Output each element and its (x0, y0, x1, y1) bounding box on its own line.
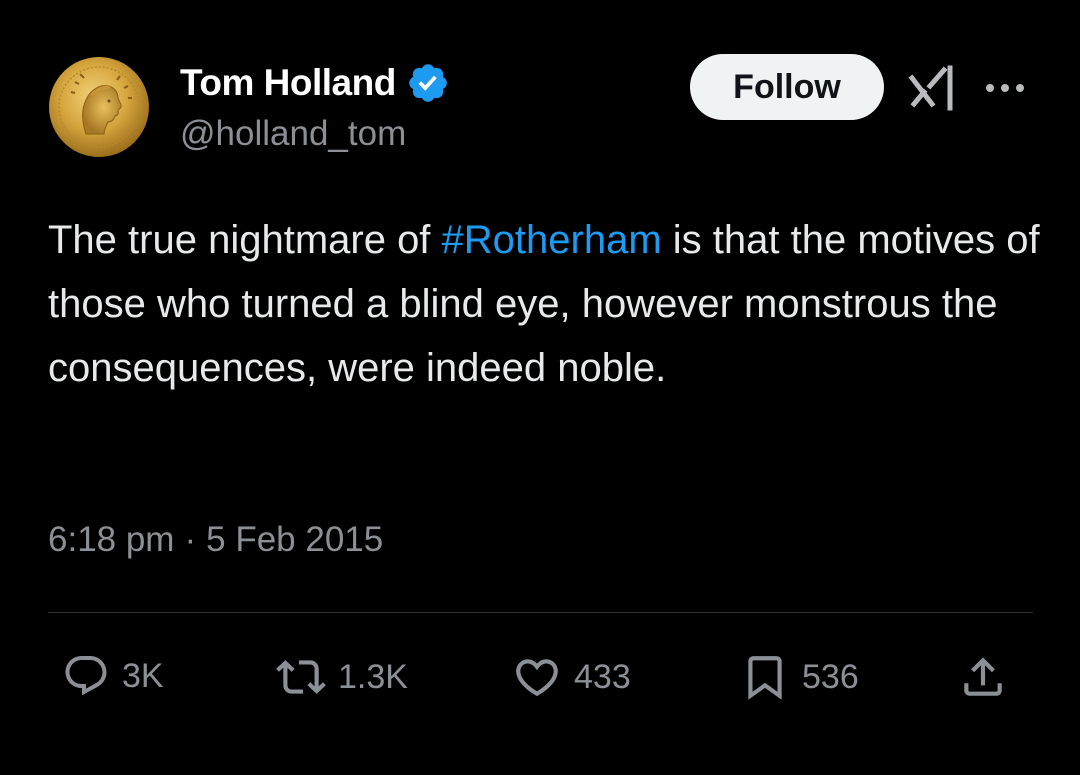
tweet-text: The true nightmare of #Rotherham is that… (48, 208, 1048, 400)
hashtag-link[interactable]: #Rotherham (442, 218, 662, 262)
repost-button[interactable]: 1.3K (276, 652, 408, 702)
author-block: Tom Holland @holland_tom (180, 60, 450, 154)
share-button[interactable] (958, 652, 1008, 702)
grok-icon[interactable] (906, 64, 962, 114)
like-count: 433 (574, 657, 631, 696)
tweet-date[interactable]: 5 Feb 2015 (206, 520, 383, 560)
avatar[interactable] (48, 56, 150, 158)
bookmark-count: 536 (802, 657, 859, 696)
repost-count: 1.3K (338, 657, 408, 696)
verified-badge-icon[interactable] (406, 61, 450, 105)
name-row: Tom Holland (180, 60, 450, 106)
like-button[interactable]: 433 (512, 652, 631, 702)
tweet-card: Tom Holland @holland_tom Follow The true… (0, 0, 1080, 775)
roman-coin-avatar-icon (49, 57, 149, 157)
more-options-icon[interactable] (982, 78, 1028, 98)
tweet-timestamp[interactable]: 6:18 pm · 5 Feb 2015 (48, 520, 383, 560)
follow-button[interactable]: Follow (690, 54, 884, 120)
divider (48, 612, 1033, 613)
timestamp-separator: · (184, 520, 197, 559)
display-name[interactable]: Tom Holland (180, 62, 396, 104)
repost-icon (276, 660, 326, 694)
reply-count: 3K (122, 656, 164, 695)
tweet-time[interactable]: 6:18 pm (48, 520, 174, 560)
reply-icon (65, 656, 107, 696)
reply-button[interactable]: 3K (62, 652, 164, 700)
bookmark-button[interactable]: 536 (740, 652, 859, 702)
heart-icon (516, 659, 558, 697)
tweet-text-start: The true nightmare of (48, 218, 442, 262)
author-handle[interactable]: @holland_tom (180, 114, 450, 154)
share-icon (964, 657, 1002, 696)
bookmark-icon (748, 656, 782, 700)
